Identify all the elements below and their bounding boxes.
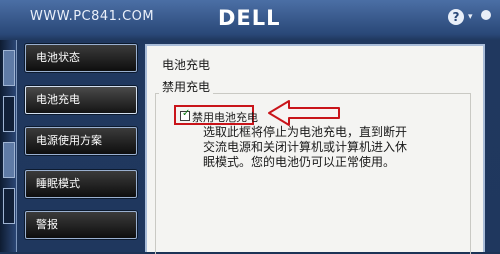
disable-charging-checkbox[interactable]: ✓ <box>180 108 191 121</box>
chevron-down-icon[interactable]: ▾ <box>468 12 473 22</box>
sidebar-item-power-plan[interactable]: 电源使用方案 <box>25 127 137 155</box>
frame-pane <box>3 50 15 86</box>
annotation-arrow-icon <box>268 100 340 126</box>
dell-battery-window: WWW.PC841.COM DELL ? ▾ 电池状态 电池充电 电源使用方案 … <box>0 0 500 254</box>
sidebar-item-alarm[interactable]: 警报 <box>25 211 137 239</box>
sidebar-item-battery-charging[interactable]: 电池充电 <box>25 86 137 114</box>
battery-charging-panel: 电池充电 禁用充电 ✓ 禁用电池充电 选取此框将停止为电池充电，直到断开交流电源… <box>145 44 485 254</box>
frame-divider <box>16 40 17 252</box>
help-icon[interactable]: ? <box>448 9 464 25</box>
close-icon[interactable] <box>481 10 491 20</box>
disable-charging-label[interactable]: 禁用电池充电 <box>192 109 258 125</box>
sidebar-item-battery-status[interactable]: 电池状态 <box>25 44 137 72</box>
frame-pane <box>3 188 15 224</box>
left-frame <box>0 40 16 252</box>
title-bar: WWW.PC841.COM DELL ? ▾ <box>0 0 500 40</box>
frame-pane <box>3 96 15 132</box>
panel-heading: 电池充电 <box>162 58 211 72</box>
sidebar-item-sleep-mode[interactable]: 睡眠模式 <box>25 170 137 198</box>
check-icon: ✓ <box>182 108 191 119</box>
disable-charging-description: 选取此框将停止为电池充电，直到断开交流电源和关闭计算机或计算机进入休眠模式。您的… <box>203 125 408 169</box>
dell-logo: DELL <box>218 6 281 30</box>
watermark-text: WWW.PC841.COM <box>30 9 155 24</box>
group-title: 禁用充电 <box>159 78 214 95</box>
frame-pane <box>3 142 15 178</box>
